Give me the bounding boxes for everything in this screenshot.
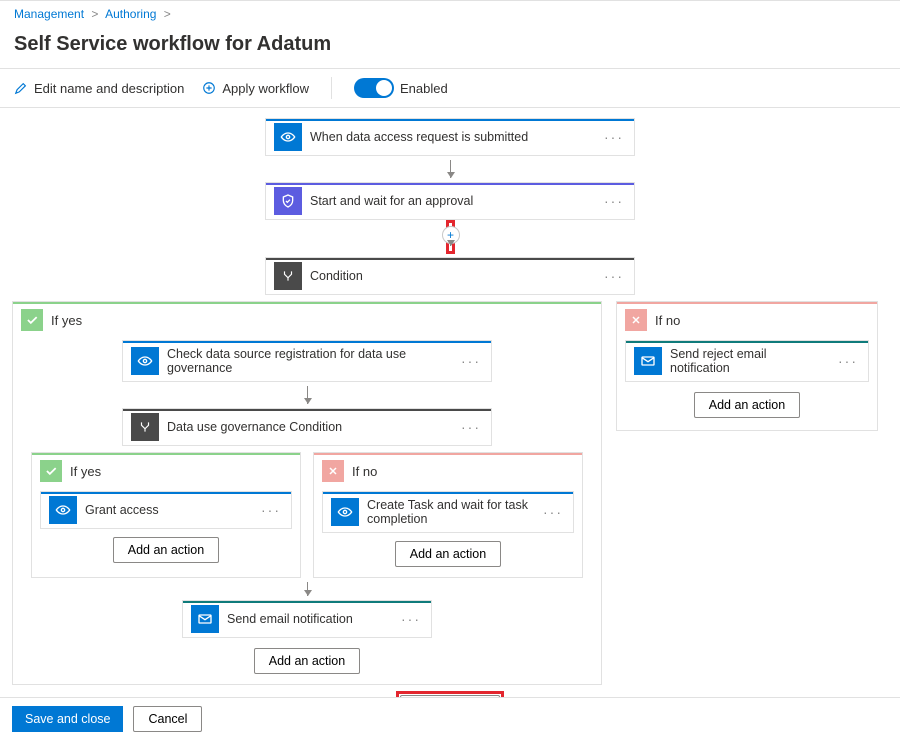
governance-condition-card[interactable]: Data use governance Condition ···: [122, 408, 492, 446]
edit-name-label: Edit name and description: [34, 81, 184, 96]
if-yes-header: If yes: [13, 304, 601, 336]
send-email-menu[interactable]: ···: [391, 611, 431, 627]
mail-icon: [634, 347, 662, 375]
nested-if-yes-header: If yes: [32, 455, 300, 487]
plus-circle-icon: [202, 81, 216, 95]
send-email-card[interactable]: Send email notification ···: [182, 600, 432, 638]
condition-label: Condition: [310, 263, 594, 289]
condition-icon: [131, 413, 159, 441]
add-action-button[interactable]: Add an action: [113, 537, 219, 563]
save-button[interactable]: Save and close: [12, 706, 123, 732]
arrow-icon: [307, 582, 308, 596]
shield-check-icon: [274, 187, 302, 215]
trigger-label: When data access request is submitted: [310, 124, 594, 150]
condition-icon: [274, 262, 302, 290]
send-email-label: Send email notification: [227, 606, 391, 632]
checkmark-icon: [40, 460, 62, 482]
breadcrumb-sep: >: [91, 7, 98, 21]
grant-access-label: Grant access: [85, 497, 251, 523]
if-yes-branch: If yes Check data source registration fo…: [12, 301, 602, 685]
send-reject-label: Send reject email notification: [670, 341, 828, 381]
approval-label: Start and wait for an approval: [310, 188, 594, 214]
eye-icon: [274, 123, 302, 151]
grant-access-menu[interactable]: ···: [251, 502, 291, 518]
nested-if-no-header: If no: [314, 455, 582, 487]
create-task-label: Create Task and wait for task completion: [367, 492, 533, 532]
breadcrumb-sep: >: [164, 7, 171, 21]
if-no-label: If no: [655, 313, 680, 328]
insert-step-highlight: +: [446, 220, 455, 254]
insert-step-button[interactable]: +: [442, 226, 460, 244]
toolbar: Edit name and description Apply workflow…: [0, 68, 900, 108]
eye-icon: [131, 347, 159, 375]
create-task-menu[interactable]: ···: [533, 504, 573, 520]
approval-card[interactable]: Start and wait for an approval ···: [265, 182, 635, 220]
footer: Save and close Cancel: [0, 697, 900, 740]
checkmark-icon: [21, 309, 43, 331]
send-reject-menu[interactable]: ···: [828, 353, 868, 369]
trigger-card[interactable]: When data access request is submitted ··…: [265, 118, 635, 156]
arrow-icon: [307, 386, 308, 404]
condition-menu[interactable]: ···: [594, 268, 634, 284]
breadcrumb-authoring[interactable]: Authoring: [105, 7, 156, 21]
enabled-toggle[interactable]: [354, 78, 394, 98]
breadcrumb: Management > Authoring >: [0, 1, 900, 27]
if-no-header: If no: [617, 304, 877, 336]
if-no-branch: If no Send reject email notification ···…: [616, 301, 878, 431]
pencil-icon: [14, 81, 28, 95]
nested-if-yes-branch: If yes Grant access ···: [31, 452, 301, 578]
x-icon: [625, 309, 647, 331]
nested-if-no-branch: If no Create Task and wait for task comp…: [313, 452, 583, 578]
cancel-button[interactable]: Cancel: [133, 706, 202, 732]
add-action-button[interactable]: Add an action: [254, 648, 360, 674]
create-task-card[interactable]: Create Task and wait for task completion…: [322, 491, 574, 533]
breadcrumb-management[interactable]: Management: [14, 7, 84, 21]
apply-workflow-button[interactable]: Apply workflow: [202, 81, 309, 96]
enabled-label: Enabled: [400, 81, 448, 96]
nested-if-yes-label: If yes: [70, 464, 101, 479]
workflow-canvas: When data access request is submitted ··…: [0, 108, 900, 729]
page-title: Self Service workflow for Adatum: [0, 27, 900, 68]
apply-workflow-label: Apply workflow: [222, 81, 309, 96]
check-registration-card[interactable]: Check data source registration for data …: [122, 340, 492, 382]
trigger-menu[interactable]: ···: [594, 129, 634, 145]
check-registration-menu[interactable]: ···: [451, 353, 491, 369]
if-yes-label: If yes: [51, 313, 82, 328]
nested-if-no-label: If no: [352, 464, 377, 479]
add-action-button[interactable]: Add an action: [694, 392, 800, 418]
edit-name-button[interactable]: Edit name and description: [14, 81, 184, 96]
x-icon: [322, 460, 344, 482]
toolbar-divider: [331, 77, 332, 99]
grant-access-card[interactable]: Grant access ···: [40, 491, 292, 529]
condition-card[interactable]: Condition ···: [265, 257, 635, 295]
check-registration-label: Check data source registration for data …: [167, 341, 451, 381]
send-reject-card[interactable]: Send reject email notification ···: [625, 340, 869, 382]
eye-icon: [331, 498, 359, 526]
arrow-icon: [450, 160, 451, 178]
arrow-icon: +: [450, 228, 451, 246]
governance-condition-menu[interactable]: ···: [451, 419, 491, 435]
approval-menu[interactable]: ···: [594, 193, 634, 209]
mail-icon: [191, 605, 219, 633]
add-action-button[interactable]: Add an action: [395, 541, 501, 567]
governance-condition-label: Data use governance Condition: [167, 414, 451, 440]
eye-icon: [49, 496, 77, 524]
enabled-toggle-group: Enabled: [354, 78, 448, 98]
